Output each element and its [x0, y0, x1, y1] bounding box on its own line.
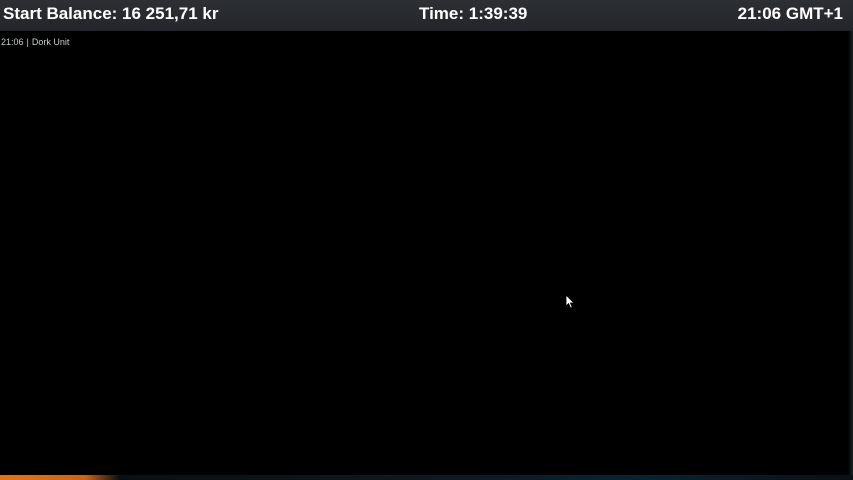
- clock-time: 21:06 GMT+1: [737, 4, 843, 23]
- session-timer: Time: 1:39:39: [419, 4, 528, 23]
- status-label: Dork Unit: [31, 37, 70, 47]
- status-time: 21:06: [1, 37, 24, 47]
- header-bar: Start Balance: 16 251,71 kr Time: 1:39:3…: [0, 0, 853, 31]
- status-line: 21:06 | Dork Unit: [1, 37, 69, 47]
- status-separator: |: [26, 37, 29, 47]
- start-balance: Start Balance: 16 251,71 kr: [3, 4, 219, 23]
- stream-screen: Start Balance: 16 251,71 kr Time: 1:39:3…: [0, 0, 853, 480]
- bottom-accent-strip: [0, 475, 853, 480]
- right-edge-shade: [848, 31, 853, 480]
- mouse-pointer-icon: [565, 294, 575, 309]
